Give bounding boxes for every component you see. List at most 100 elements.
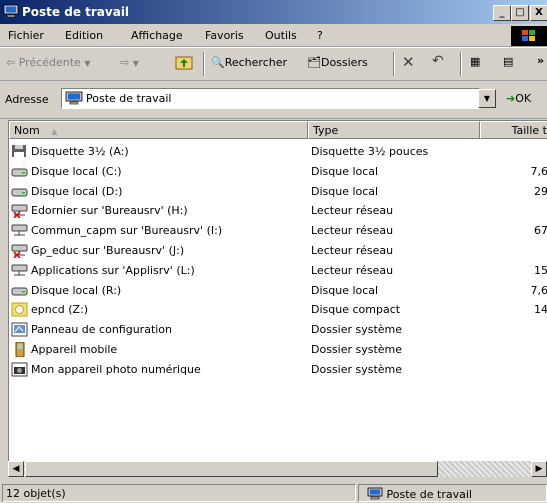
file-list[interactable]: Nom ▲ Type Taille t Disquette 3½ (A:) Di… — [8, 120, 547, 462]
my-computer-icon — [65, 91, 83, 105]
views-menu-button[interactable]: ▤ — [503, 55, 513, 68]
forward-button[interactable]: ⇨ ▼ — [120, 56, 139, 69]
list-item[interactable]: Commun_capm sur 'Bureausrv' (I:) Lecteur… — [9, 221, 547, 241]
toolbar-separator — [460, 52, 462, 76]
item-type: Lecteur réseau — [311, 243, 394, 257]
list-item[interactable]: Appareil mobile Dossier système — [9, 340, 547, 360]
cd-drive-icon — [11, 302, 28, 317]
address-dropdown-button[interactable]: ▼ — [478, 89, 496, 108]
menu-help[interactable]: ? — [317, 29, 323, 42]
status-bar: 12 objet(s) Poste de travail — [0, 482, 547, 503]
rows: Disquette 3½ (A:) Disquette 3½ pouces Di… — [9, 142, 547, 380]
item-type: Disque local — [311, 164, 379, 178]
item-name: Gp_educ sur 'Bureausrv' (J:) — [31, 243, 185, 257]
item-size: 29 — [534, 184, 547, 198]
toolbar: ⇦ Précédente ▼ ⇨ ▼ 🔍Rechercher 🗂Dossiers… — [0, 47, 547, 81]
menu-affichage[interactable]: Affichage — [131, 29, 183, 42]
search-button[interactable]: 🔍Rechercher — [211, 56, 287, 69]
sort-up-icon: ▲ — [51, 127, 58, 136]
folder-up-icon — [175, 56, 193, 70]
undo-button[interactable]: ↶ — [432, 53, 444, 69]
item-size: 7,6 — [530, 164, 547, 178]
arrow-right-icon: ▶ — [535, 464, 543, 474]
menu-outils[interactable]: Outils — [265, 29, 297, 42]
address-input[interactable]: Poste de travail — [61, 88, 480, 109]
scroll-right-button[interactable]: ▶ — [531, 461, 547, 477]
my-computer-icon — [367, 487, 383, 500]
horizontal-scrollbar[interactable]: ◀ ▶ — [8, 461, 547, 477]
item-name: Disquette 3½ (A:) — [31, 145, 129, 158]
item-size: 14 — [534, 303, 547, 317]
column-size-label: Taille t — [511, 124, 547, 137]
menu-bar: Fichier Edition Affichage Favoris Outils… — [0, 24, 547, 47]
status-count-pane: 12 objet(s) — [2, 484, 356, 502]
list-item[interactable]: Disque local (C:) Disque local 7,6 — [9, 162, 547, 182]
column-type-label: Type — [313, 124, 339, 137]
column-header-size[interactable]: Taille t — [480, 121, 547, 139]
list-item[interactable]: Gp_educ sur 'Bureausrv' (J:) Lecteur rés… — [9, 241, 547, 261]
arrow-left-icon: ◀ — [12, 464, 20, 474]
item-name: Panneau de configuration — [31, 323, 173, 337]
status-location: Poste de travail — [386, 488, 472, 501]
menu-fichier[interactable]: Fichier — [8, 29, 44, 42]
item-size: 67 — [534, 224, 547, 238]
title-bar[interactable]: Poste de travail _ □ X — [0, 0, 547, 24]
list-item[interactable]: Disque local (D:) Disque local 29 — [9, 182, 547, 202]
item-name: epncd (Z:) — [31, 303, 89, 317]
back-button[interactable]: ⇦ Précédente ▼ — [6, 56, 90, 69]
list-item[interactable]: Panneau de configuration Dossier système — [9, 320, 547, 340]
item-name: Disque local (R:) — [31, 283, 122, 297]
windows-logo-icon — [511, 26, 547, 46]
search-label: Rechercher — [224, 56, 287, 69]
item-type: Dossier système — [311, 323, 403, 337]
scroll-thumb[interactable] — [25, 461, 438, 477]
delete-button[interactable]: ✕ — [402, 53, 415, 71]
go-label: OK — [515, 92, 532, 105]
forward-arrow-icon: ⇨ — [120, 56, 130, 69]
folders-label: Dossiers — [320, 56, 368, 69]
column-header-name[interactable]: Nom ▲ — [9, 121, 308, 139]
column-name-label: Nom — [14, 124, 40, 137]
close-button[interactable]: X — [530, 5, 547, 21]
item-name: Appareil mobile — [31, 342, 118, 356]
toolbar-separator — [203, 52, 205, 76]
list-item[interactable]: Mon appareil photo numérique Dossier sys… — [9, 360, 547, 380]
scroll-left-button[interactable]: ◀ — [8, 461, 24, 477]
views-grid-icon: ▤ — [503, 55, 514, 68]
column-header-type[interactable]: Type — [308, 121, 480, 139]
up-folder-button[interactable] — [175, 54, 193, 73]
back-arrow-icon: ⇦ — [6, 56, 16, 69]
minimize-button[interactable]: _ — [493, 5, 511, 21]
item-type: Lecteur réseau — [311, 224, 394, 238]
toolbar-overflow-button[interactable]: » — [537, 54, 544, 67]
item-type: Dossier système — [311, 342, 403, 356]
item-type: Disque local — [311, 283, 379, 297]
list-item[interactable]: Disque local (R:) Disque local 7,6 — [9, 281, 547, 301]
go-button[interactable]: ➜OK — [506, 92, 531, 105]
folders-button[interactable]: 🗂Dossiers — [307, 56, 368, 69]
camera-icon — [11, 362, 28, 377]
list-item[interactable]: Disquette 3½ (A:) Disquette 3½ pouces — [9, 142, 547, 162]
item-size: 7,6 — [530, 283, 547, 297]
network-drive-disconnected-icon — [11, 204, 28, 219]
chevron-down-icon: ▼ — [84, 59, 91, 68]
item-name: Edornier sur 'Bureausrv' (H:) — [31, 204, 188, 218]
network-drive-icon — [11, 224, 28, 236]
menu-favoris[interactable]: Favoris — [205, 29, 244, 42]
list-item[interactable]: epncd (Z:) Disque compact 14 — [9, 300, 547, 320]
network-drive-disconnected-icon — [11, 244, 28, 258]
list-item[interactable]: Applications sur 'Applisrv' (L:) Lecteur… — [9, 261, 547, 281]
item-type: Disque local — [311, 184, 379, 198]
item-size: 15 — [534, 263, 547, 277]
menu-edition[interactable]: Edition — [65, 29, 103, 42]
toolbar-separator — [393, 52, 395, 76]
list-item[interactable]: Edornier sur 'Bureausrv' (H:) Lecteur ré… — [9, 201, 547, 221]
item-name: Disque local (D:) — [31, 184, 123, 198]
my-computer-icon — [3, 4, 19, 18]
mobile-device-icon — [15, 341, 25, 357]
item-name: Commun_capm sur 'Bureausrv' (I:) — [31, 224, 223, 238]
item-type: Disquette 3½ pouces — [311, 145, 429, 158]
views-button[interactable]: ▦ — [470, 55, 480, 68]
item-name: Applications sur 'Applisrv' (L:) — [31, 263, 195, 277]
maximize-button[interactable]: □ — [511, 5, 529, 21]
